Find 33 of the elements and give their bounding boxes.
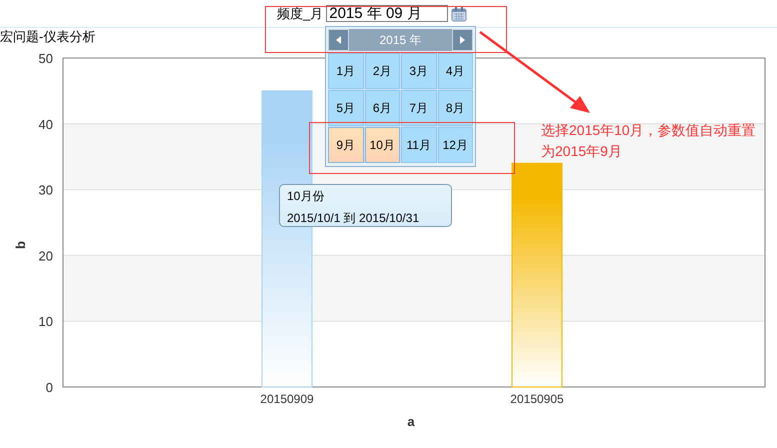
tooltip-title: 10月份 bbox=[287, 188, 326, 205]
month-cell[interactable]: 9月 bbox=[328, 127, 364, 163]
y-tick-label: 20 bbox=[38, 248, 53, 264]
month-cell[interactable]: 2月 bbox=[364, 53, 400, 89]
previous-year-button[interactable] bbox=[328, 29, 349, 51]
month-cell[interactable]: 10月 bbox=[364, 127, 400, 163]
x-axis-label: a bbox=[407, 414, 415, 429]
month-cell[interactable]: 12月 bbox=[438, 127, 473, 163]
left-triangle-icon bbox=[336, 36, 341, 44]
chart-title: 宏问题-仪表分析 bbox=[0, 28, 96, 46]
month-cell[interactable]: 11月 bbox=[401, 127, 436, 163]
calendar-year: 2015 年 bbox=[379, 32, 422, 48]
y-tick-label: 50 bbox=[38, 51, 53, 66]
x-tick-label: 20150905 bbox=[510, 392, 564, 406]
month-cell[interactable]: 8月 bbox=[438, 90, 473, 126]
month-cell[interactable]: 3月 bbox=[401, 53, 436, 89]
month-cell[interactable]: 1月 bbox=[328, 53, 364, 89]
month-cell[interactable]: 7月 bbox=[401, 90, 436, 126]
right-triangle-icon bbox=[460, 36, 465, 44]
calendar-icon[interactable] bbox=[451, 6, 468, 22]
filter-label: 频度_月 bbox=[277, 4, 324, 22]
annotation-text: 选择2015年10月，参数值自动重置为2015年9月 bbox=[541, 121, 757, 161]
tooltip-range: 2015/10/1 到 2015/10/31 bbox=[287, 210, 420, 227]
x-tick-label: 20150909 bbox=[260, 392, 314, 406]
y-tick-label: 0 bbox=[46, 380, 53, 395]
y-axis-label: b bbox=[13, 241, 28, 249]
y-tick-label: 10 bbox=[38, 314, 53, 330]
month-cell[interactable]: 4月 bbox=[438, 53, 473, 89]
month-cell[interactable]: 6月 bbox=[364, 90, 400, 126]
next-year-button[interactable] bbox=[452, 29, 473, 51]
y-tick-label: 30 bbox=[38, 182, 53, 198]
y-tick-label: 40 bbox=[38, 116, 53, 132]
month-cell[interactable]: 5月 bbox=[328, 90, 364, 126]
